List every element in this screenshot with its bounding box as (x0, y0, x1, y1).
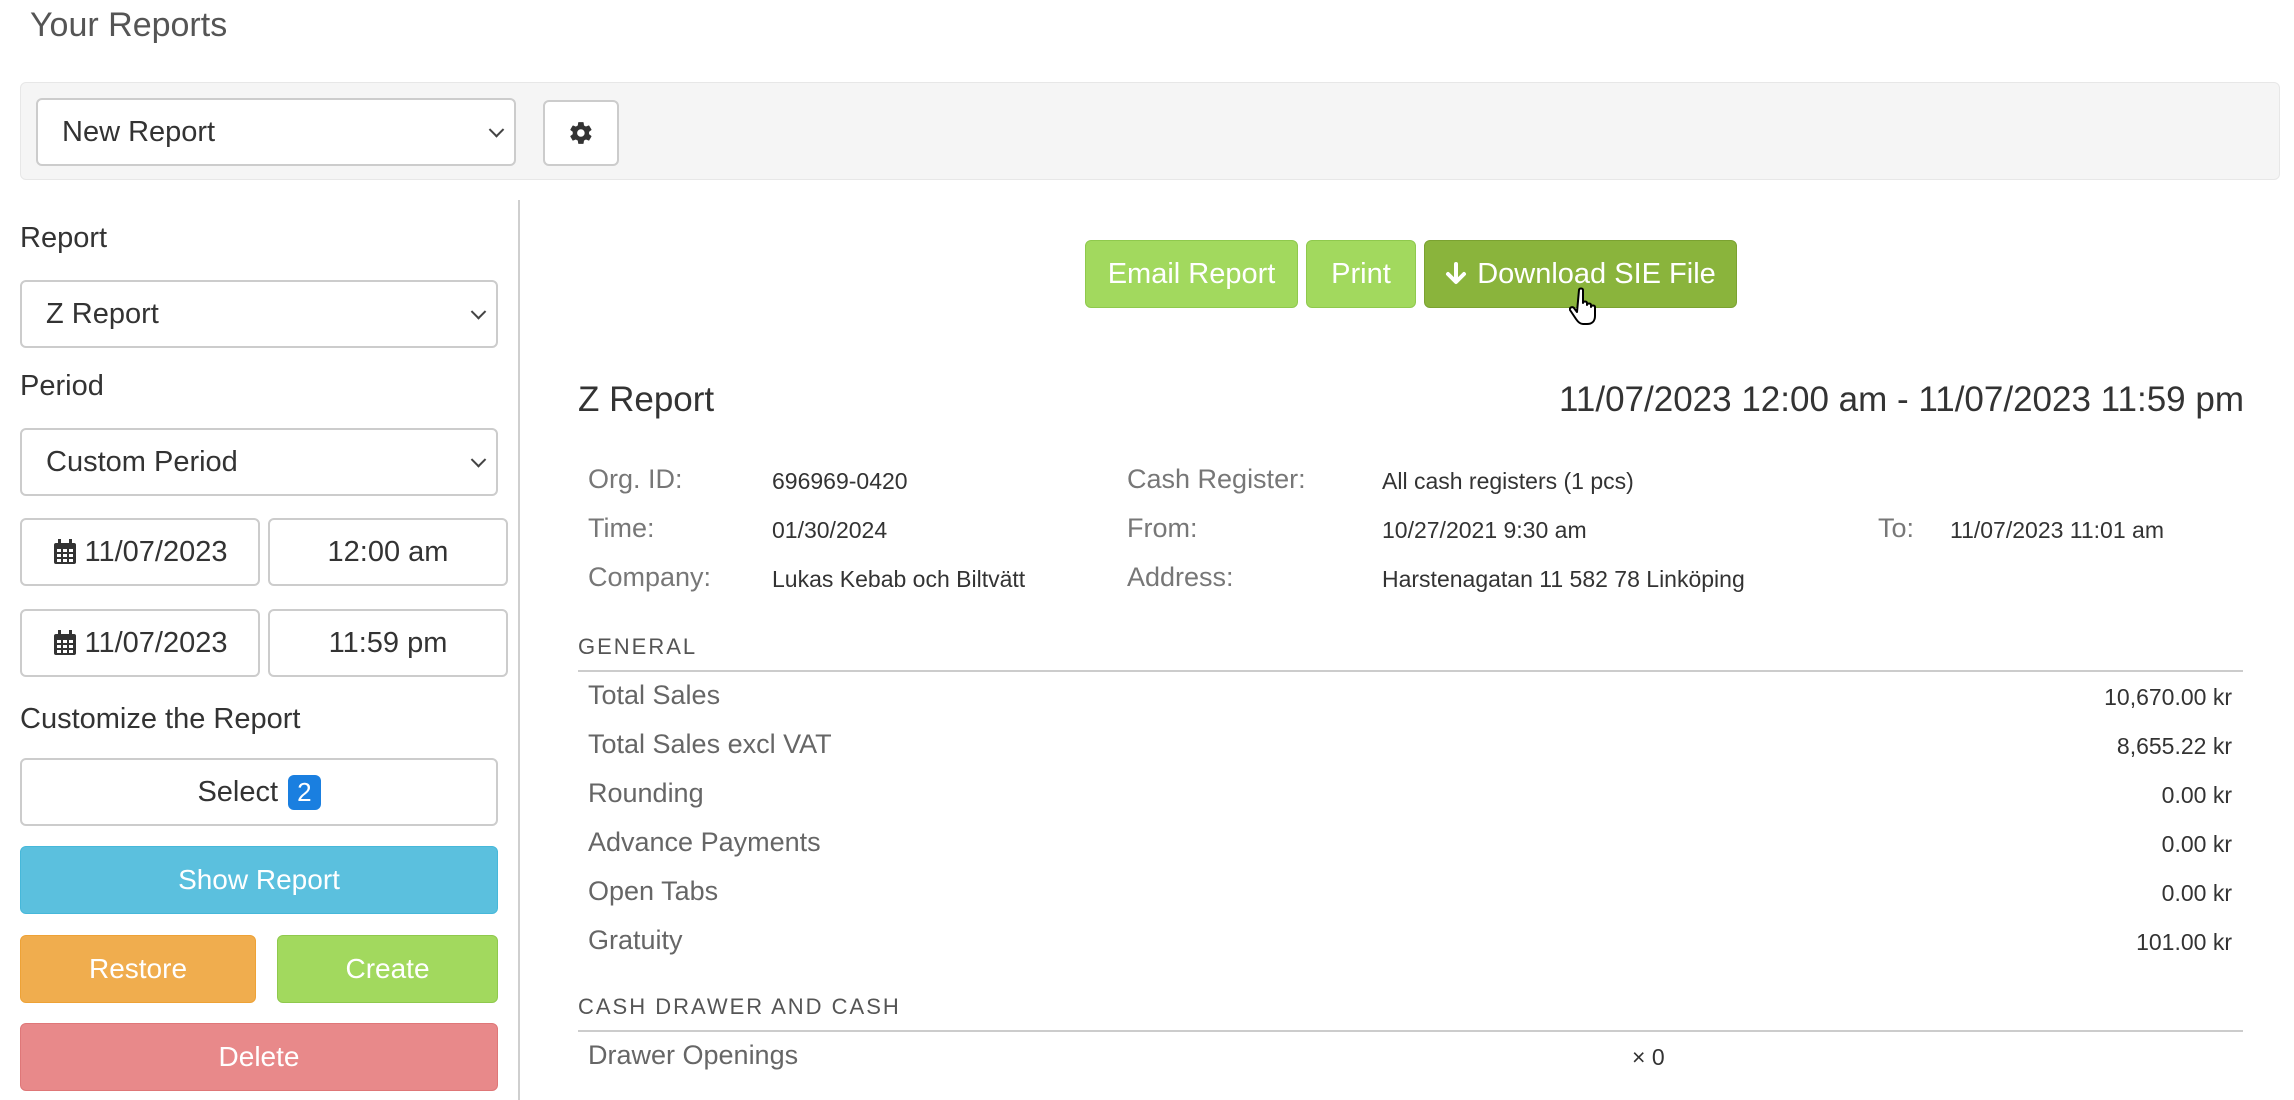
address-value: Harstenagatan 11 582 78 Linköping (1382, 566, 1745, 592)
saved-report-select-value: New Report (62, 115, 216, 148)
to-label: To: (1878, 513, 1915, 543)
email-report-button[interactable]: Email Report (1085, 240, 1298, 308)
time-label: Time: (588, 513, 655, 543)
open-tabs-value: 0.00 kr (2161, 880, 2232, 906)
cash-register-value: All cash registers (1 pcs) (1382, 468, 1634, 494)
start-date-field[interactable]: 11/07/2023 (20, 518, 260, 586)
report-title: Z Report (578, 380, 715, 419)
time-value: 01/30/2024 (772, 517, 888, 543)
org-id-label: Org. ID: (588, 464, 683, 494)
drawer-openings-label: Drawer Openings (588, 1040, 799, 1070)
period-label: Period (20, 370, 104, 402)
select-fields-label: Select (197, 775, 279, 808)
from-label: From: (1127, 513, 1198, 543)
total-sales-label: Total Sales (588, 680, 721, 710)
rounding-value: 0.00 kr (2161, 782, 2232, 808)
start-time-value: 12:00 am (327, 535, 449, 568)
report-main: Email Report Print Download SIE File Z R… (540, 200, 2294, 1100)
chevron-down-icon (470, 452, 487, 468)
arrow-down-icon (1446, 262, 1467, 284)
period-value: Custom Period (46, 445, 238, 478)
hand-cursor-icon (1569, 287, 1596, 325)
report-toolbar: New Report (20, 82, 2280, 180)
gratuity-label: Gratuity (588, 925, 683, 955)
end-date-value: 11/07/2023 (84, 626, 228, 659)
calendar-icon (53, 539, 76, 564)
customize-label: Customize the Report (20, 703, 301, 735)
rounding-label: Rounding (588, 778, 704, 808)
end-date-field[interactable]: 11/07/2023 (20, 609, 260, 677)
select-fields-button[interactable]: Select 2 (20, 758, 498, 826)
show-report-button[interactable]: Show Report (20, 846, 498, 914)
calendar-icon (53, 630, 76, 655)
advance-payments-value: 0.00 kr (2161, 831, 2232, 857)
restore-button[interactable]: Restore (20, 935, 256, 1003)
total-sales-value: 10,670.00 kr (2104, 684, 2232, 710)
settings-button[interactable] (543, 100, 619, 166)
cash-register-label: Cash Register: (1127, 464, 1306, 494)
org-id-value: 696969-0420 (772, 468, 908, 494)
selected-count-badge: 2 (288, 774, 321, 810)
cash-drawer-section-heading: CASH DRAWER AND CASH (578, 994, 901, 1019)
end-time-field[interactable]: 11:59 pm (268, 609, 508, 677)
delete-button[interactable]: Delete (20, 1023, 498, 1091)
report-date-range: 11/07/2023 12:00 am - 11/07/2023 11:59 p… (1559, 380, 2244, 419)
chevron-down-icon (470, 304, 487, 320)
general-section-divider (578, 670, 2243, 672)
gratuity-value: 101.00 kr (2136, 929, 2232, 955)
total-sales-excl-vat-label: Total Sales excl VAT (588, 729, 832, 759)
period-select[interactable]: Custom Period (20, 428, 498, 496)
to-value: 11/07/2023 11:01 am (1950, 517, 2164, 543)
end-time-value: 11:59 pm (328, 626, 448, 659)
drawer-openings-value: × 0 (1632, 1044, 1665, 1070)
total-sales-excl-vat-value: 8,655.22 kr (2116, 733, 2232, 759)
gear-icon (570, 122, 592, 144)
from-value: 10/27/2021 9:30 am (1382, 517, 1587, 543)
cash-drawer-section-divider (578, 1030, 2243, 1032)
start-time-field[interactable]: 12:00 am (268, 518, 508, 586)
report-sidebar: Report Z Report Period Custom Period 11/… (20, 200, 520, 1100)
page-title: Your Reports (30, 6, 228, 44)
report-type-value: Z Report (46, 297, 159, 330)
create-button[interactable]: Create (277, 935, 498, 1003)
print-button[interactable]: Print (1306, 240, 1416, 308)
open-tabs-label: Open Tabs (588, 876, 719, 906)
advance-payments-label: Advance Payments (588, 827, 821, 857)
saved-report-select[interactable]: New Report (36, 98, 516, 166)
company-label: Company: (588, 562, 712, 592)
report-type-select[interactable]: Z Report (20, 280, 498, 348)
general-section-heading: GENERAL (578, 634, 698, 659)
company-value: Lukas Kebab och Biltvätt (772, 566, 1026, 592)
start-date-value: 11/07/2023 (84, 535, 228, 568)
report-label: Report (20, 222, 108, 254)
address-label: Address: (1127, 562, 1234, 592)
chevron-down-icon (488, 122, 505, 138)
